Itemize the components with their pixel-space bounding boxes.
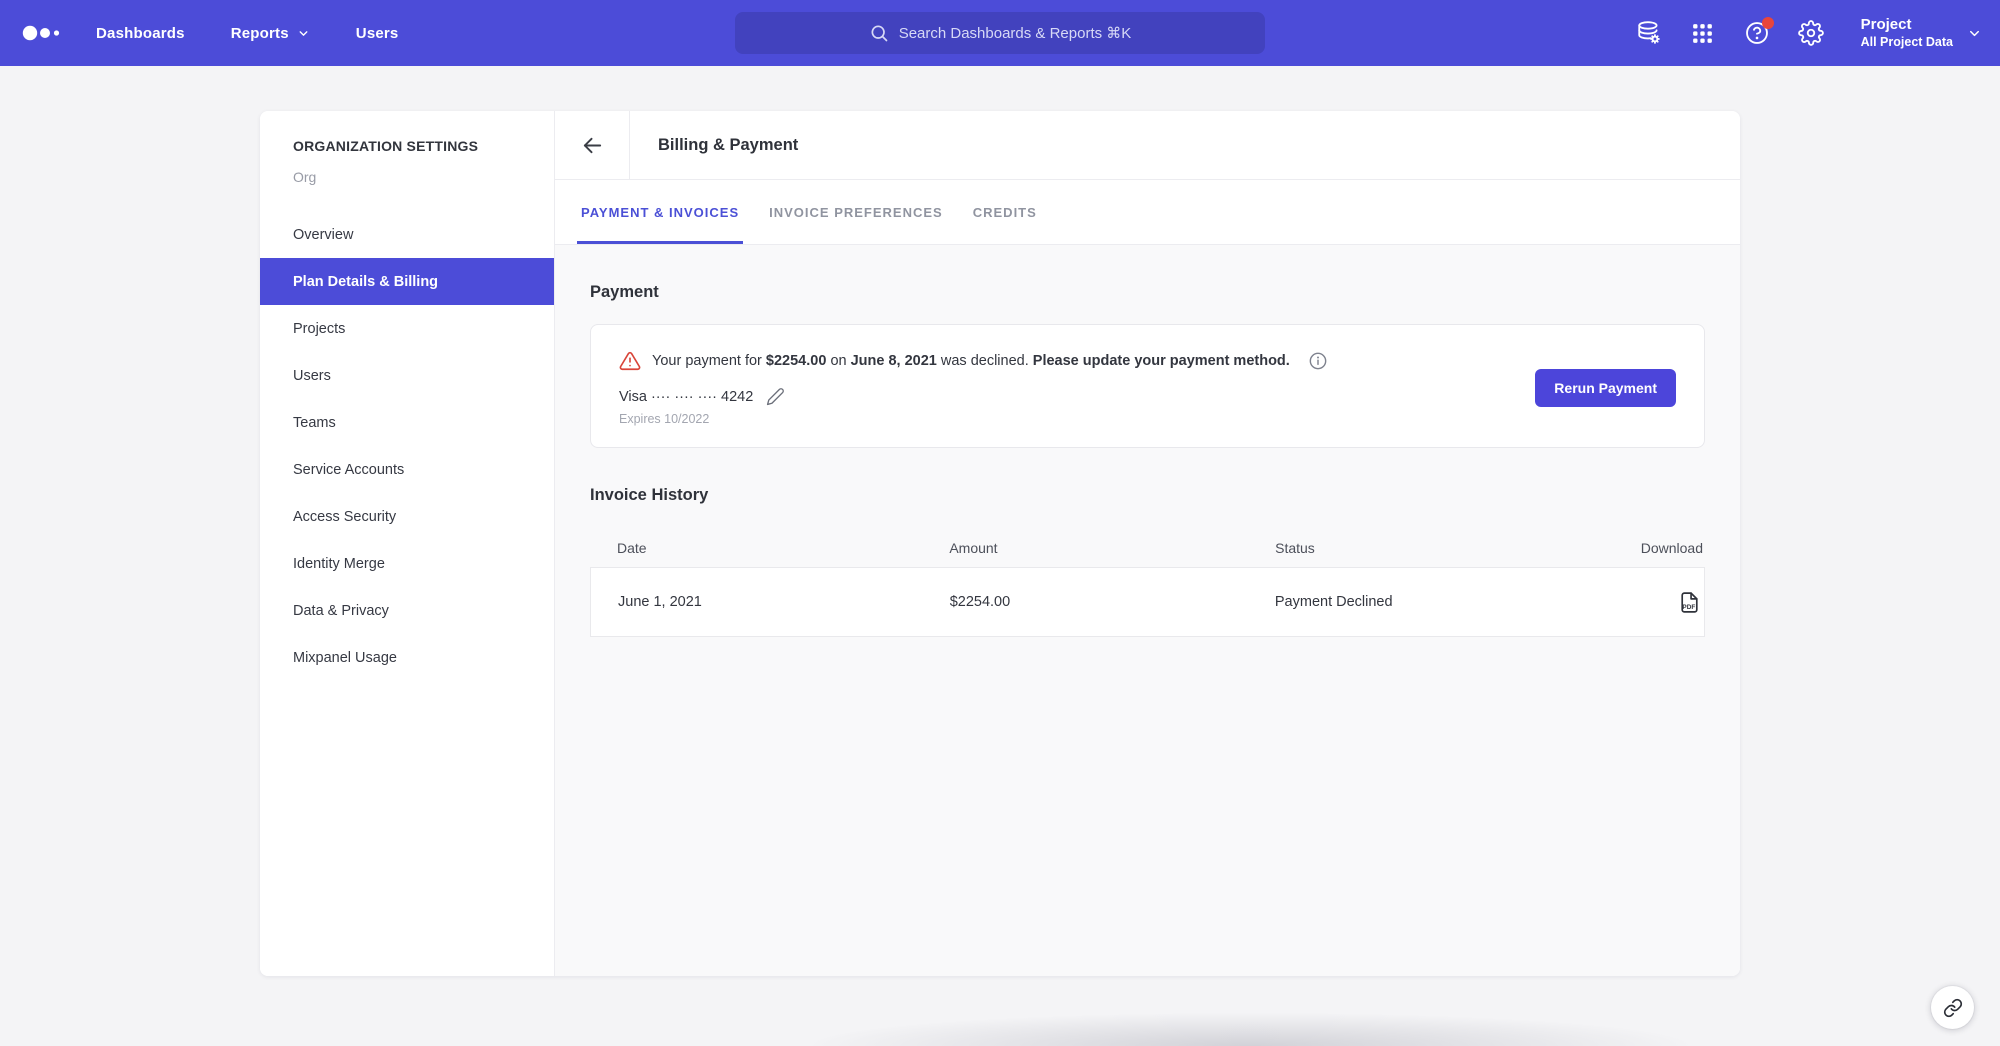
billing-tabs: PAYMENT & INVOICES INVOICE PREFERENCES C… [555, 180, 1740, 245]
sidebar-item-mixpanel-usage[interactable]: Mixpanel Usage [260, 634, 554, 681]
rerun-payment-button[interactable]: Rerun Payment [1535, 369, 1676, 407]
sidebar-item-access-security[interactable]: Access Security [260, 493, 554, 540]
tab-payment-invoices[interactable]: PAYMENT & INVOICES [577, 180, 743, 244]
download-pdf-icon[interactable]: PDF [1677, 590, 1702, 615]
alert-amount: $2254.00 [766, 353, 826, 369]
top-navigation: Dashboards Reports Users Search Dashboar… [0, 0, 2000, 66]
arrow-left-icon [581, 134, 604, 157]
col-header-status: Status [1275, 540, 1588, 556]
sidebar-item-teams[interactable]: Teams [260, 399, 554, 446]
invoice-amount: $2254.00 [950, 594, 1275, 610]
billing-payment-main: Billing & Payment PAYMENT & INVOICES INV… [555, 111, 1740, 976]
global-search-input[interactable]: Search Dashboards & Reports ⌘K [735, 12, 1265, 54]
col-header-amount: Amount [949, 540, 1275, 556]
col-header-date: Date [617, 540, 949, 556]
sidebar-item-label: Mixpanel Usage [293, 650, 397, 666]
warning-triangle-icon [619, 350, 641, 372]
sidebar-item-label: Identity Merge [293, 556, 385, 572]
sidebar-item-data-privacy[interactable]: Data & Privacy [260, 587, 554, 634]
card-on-file: Visa ···· ···· ···· 4242 [619, 387, 1328, 406]
help-icon[interactable] [1743, 19, 1771, 47]
col-header-download: Download [1588, 540, 1703, 556]
notification-badge [1762, 17, 1774, 29]
sidebar-item-overview[interactable]: Overview [260, 211, 554, 258]
sidebar-item-label: Overview [293, 227, 353, 243]
sidebar-item-label: Plan Details & Billing [293, 274, 438, 290]
payment-section-title: Payment [590, 283, 1705, 302]
page-header: Billing & Payment [555, 111, 1740, 180]
sidebar-org-name: Org [293, 169, 554, 185]
chevron-down-icon [1967, 26, 1982, 41]
sidebar-item-plan-details-billing[interactable]: Plan Details & Billing [260, 258, 554, 305]
apps-grid-icon[interactable] [1689, 19, 1717, 47]
nav-item-users-label: Users [356, 25, 399, 42]
tab-invoice-preferences[interactable]: INVOICE PREFERENCES [765, 180, 947, 244]
sidebar-item-label: Teams [293, 415, 336, 431]
tab-label: CREDITS [973, 205, 1037, 220]
invoice-history-table: Date Amount Status Download June 1, 2021… [590, 529, 1705, 637]
mixpanel-logo[interactable] [22, 24, 68, 42]
card-expiry: Expires 10/2022 [619, 412, 1328, 426]
settings-panel: ORGANIZATION SETTINGS Org Overview Plan … [260, 111, 1740, 976]
data-management-icon[interactable] [1635, 19, 1663, 47]
payment-declined-alert: Your payment for $2254.00 on June 8, 202… [619, 350, 1328, 372]
sidebar-item-label: Service Accounts [293, 462, 404, 478]
info-icon[interactable] [1308, 351, 1328, 371]
sidebar-item-label: Access Security [293, 509, 396, 525]
alert-post: was declined. [941, 353, 1029, 369]
alert-date: June 8, 2021 [851, 353, 937, 369]
tab-credits[interactable]: CREDITS [969, 180, 1041, 244]
invoice-date: June 1, 2021 [618, 594, 950, 610]
alert-cta: Please update your payment method. [1033, 353, 1290, 369]
back-button[interactable] [555, 111, 630, 179]
sidebar-item-service-accounts[interactable]: Service Accounts [260, 446, 554, 493]
link-icon [1943, 998, 1963, 1018]
nav-item-dashboards-label: Dashboards [96, 25, 185, 42]
page-title: Billing & Payment [658, 111, 798, 179]
search-placeholder: Search Dashboards & Reports ⌘K [899, 24, 1132, 42]
tab-content: Payment Your payment for $2254.00 on Jun… [555, 245, 1740, 976]
edit-card-icon[interactable] [766, 387, 785, 406]
tab-label: PAYMENT & INVOICES [581, 205, 739, 220]
tab-label: INVOICE PREFERENCES [769, 205, 943, 220]
invoice-table-header: Date Amount Status Download [590, 529, 1705, 567]
settings-gear-icon[interactable] [1797, 19, 1825, 47]
nav-item-reports[interactable]: Reports [231, 25, 310, 42]
sidebar-section-title: ORGANIZATION SETTINGS [293, 138, 554, 154]
alert-pre: Your payment for [652, 353, 762, 369]
payment-card: Your payment for $2254.00 on June 8, 202… [590, 324, 1705, 448]
organization-settings-sidebar: ORGANIZATION SETTINGS Org Overview Plan … [260, 111, 555, 976]
sidebar-item-label: Data & Privacy [293, 603, 389, 619]
sidebar-item-projects[interactable]: Projects [260, 305, 554, 352]
sidebar-item-users[interactable]: Users [260, 352, 554, 399]
svg-text:PDF: PDF [1682, 603, 1695, 610]
sidebar-item-label: Projects [293, 321, 345, 337]
invoice-status: Payment Declined [1275, 594, 1587, 610]
copy-link-button[interactable] [1931, 986, 1974, 1029]
project-value: All Project Data [1861, 35, 1953, 51]
project-switcher[interactable]: Project All Project Data [1861, 16, 1982, 50]
card-number: Visa ···· ···· ···· 4242 [619, 389, 753, 405]
sidebar-item-identity-merge[interactable]: Identity Merge [260, 540, 554, 587]
chevron-down-icon [297, 27, 310, 40]
project-label: Project [1861, 16, 1953, 35]
nav-item-reports-label: Reports [231, 25, 289, 42]
nav-item-dashboards[interactable]: Dashboards [96, 25, 185, 42]
invoice-history-title: Invoice History [590, 486, 1705, 505]
alert-mid: on [830, 353, 846, 369]
alert-text: Your payment for $2254.00 on June 8, 202… [652, 353, 1290, 369]
nav-item-users[interactable]: Users [356, 25, 399, 42]
sidebar-item-label: Users [293, 368, 331, 384]
search-icon [869, 23, 889, 43]
invoice-table-row: June 1, 2021 $2254.00 Payment Declined P… [590, 567, 1705, 637]
bottom-shadow [720, 998, 1780, 1046]
